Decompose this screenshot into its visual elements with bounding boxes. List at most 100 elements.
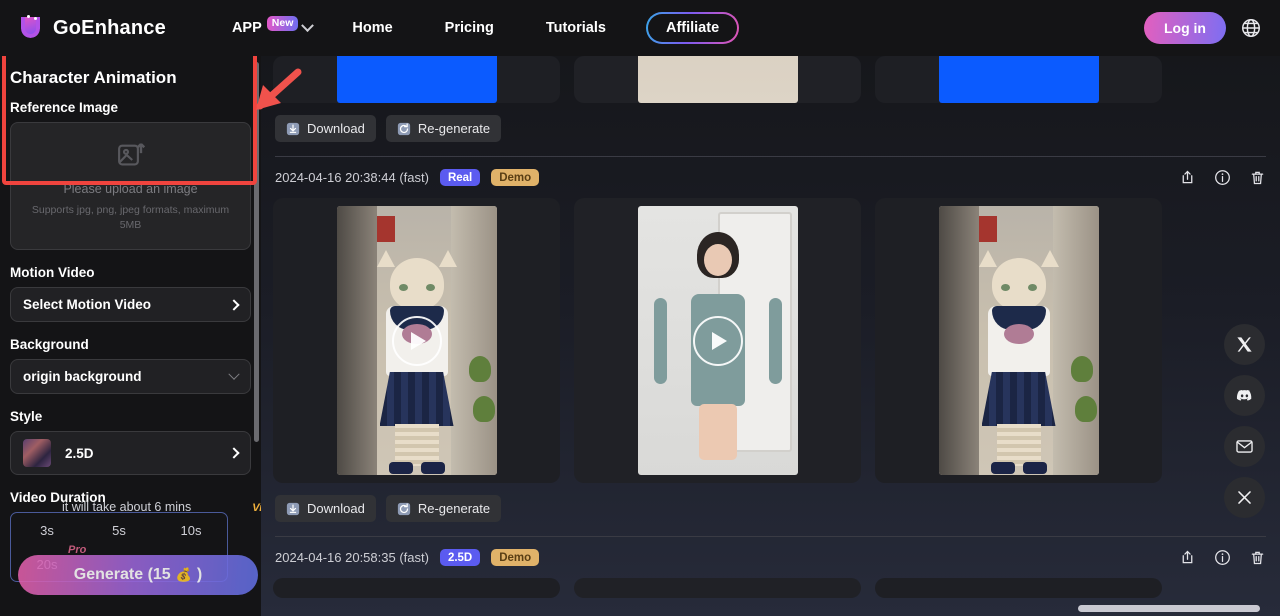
background-label: Background (10, 337, 89, 352)
x-twitter-icon[interactable] (1224, 324, 1265, 365)
result-card[interactable] (574, 56, 861, 103)
motion-video-selector[interactable]: Select Motion Video (10, 287, 251, 322)
share-icon[interactable] (1179, 169, 1196, 186)
image-upload-icon (116, 140, 146, 170)
image-upload-dropzone[interactable]: Please upload an image Supports jpg, png… (10, 122, 251, 250)
close-icon[interactable] (1224, 477, 1265, 518)
result-card[interactable] (875, 56, 1162, 103)
result-card[interactable] (574, 578, 861, 598)
upload-secondary-text: Supports jpg, png, jpeg formats, maximum… (31, 204, 230, 231)
duration-note: it will take about 6 mins (62, 500, 192, 514)
nav-item-affiliate[interactable]: Affiliate (645, 12, 740, 44)
results-area: Download Re-generate 2024-04-16 20:38:44… (261, 56, 1280, 616)
trash-icon[interactable] (1249, 549, 1266, 566)
discord-icon[interactable] (1224, 375, 1265, 416)
generate-button[interactable]: Generate (15 💰 ) (18, 555, 258, 595)
info-icon[interactable] (1214, 169, 1231, 186)
brand-name: GoEnhance (53, 16, 166, 39)
top-navbar: GoEnhance APP New Home Pricing Tutorials… (0, 0, 1280, 56)
regenerate-button[interactable]: Re-generate (385, 495, 502, 522)
duration-option-10s[interactable]: 10s (155, 513, 227, 547)
chevron-down-icon (228, 368, 240, 380)
generate-suffix: ) (196, 566, 203, 583)
play-button[interactable] (391, 315, 442, 366)
info-icon[interactable] (1214, 549, 1231, 566)
main-nav: APP New Home Pricing Tutorials Affiliate (218, 12, 740, 44)
chevron-right-icon (228, 298, 240, 311)
nav-item-app[interactable]: APP New (218, 15, 326, 36)
motion-video-value: Select Motion Video (23, 297, 152, 312)
upload-primary-text: Please upload an image (63, 182, 198, 197)
download-icon (286, 122, 300, 136)
globe-icon[interactable] (1240, 17, 1262, 39)
nav-item-tutorials[interactable]: Tutorials (520, 20, 632, 36)
nav-app-label: APP (231, 20, 262, 36)
result-timestamp: 2024-04-16 20:38:44 (fast) (275, 170, 429, 185)
trash-icon[interactable] (1249, 169, 1266, 186)
result-timestamp: 2024-04-16 20:58:35 (fast) (275, 550, 429, 565)
result-row-images (261, 578, 1280, 598)
background-selector[interactable]: origin background (10, 359, 251, 394)
style-label: Style (10, 409, 43, 424)
new-badge: New (266, 15, 299, 31)
reference-image-section: Reference Image Please upload an image S… (0, 96, 261, 250)
regenerate-label: Re-generate (417, 501, 491, 516)
result-row-header: 2024-04-16 20:38:44 (fast) Real Demo (261, 157, 1280, 186)
motion-video-label: Motion Video (10, 265, 95, 280)
result-card[interactable] (273, 578, 560, 598)
chevron-right-icon (228, 447, 240, 459)
regenerate-icon (397, 122, 411, 136)
download-button[interactable]: Download (275, 495, 376, 522)
result-card[interactable] (875, 578, 1162, 598)
panel-title: Character Animation (10, 68, 177, 87)
share-icon[interactable] (1179, 549, 1196, 566)
goenhance-logo-icon (18, 14, 44, 42)
status-badge-real: Real (439, 169, 481, 186)
sidebar-scrollbar[interactable] (254, 62, 259, 442)
horizontal-scrollbar[interactable] (1078, 605, 1260, 612)
header-actions: Log in (1144, 12, 1262, 44)
nav-item-home[interactable]: Home (326, 20, 418, 36)
duration-option-3s[interactable]: 3s (11, 513, 83, 547)
style-value: 2.5D (65, 445, 94, 461)
style-selector[interactable]: 2.5D (10, 431, 251, 475)
reference-image-label: Reference Image (10, 100, 119, 115)
coin-icon: 💰 (175, 567, 192, 582)
status-badge-demo: Demo (491, 549, 540, 566)
play-button[interactable] (692, 315, 743, 366)
status-badge-style: 2.5D (439, 549, 481, 566)
brand-logo[interactable]: GoEnhance (18, 14, 166, 42)
regenerate-button[interactable]: Re-generate (385, 115, 502, 142)
video-duration-section: it will take about 6 mins Vip 3s 5s 10s … (10, 500, 261, 595)
regenerate-icon (397, 502, 411, 516)
download-icon (286, 502, 300, 516)
floating-social-rail (1224, 324, 1265, 518)
result-card[interactable] (875, 198, 1162, 483)
result-card[interactable] (273, 56, 560, 103)
download-button[interactable]: Download (275, 115, 376, 142)
generate-label: Generate (15 (73, 566, 171, 583)
download-label: Download (307, 501, 365, 516)
result-row-header: 2024-04-16 20:58:35 (fast) 2.5D Demo (261, 537, 1280, 566)
chevron-down-icon (301, 18, 315, 32)
login-button[interactable]: Log in (1144, 12, 1226, 44)
row-icon-actions (1179, 549, 1266, 566)
result-card-video[interactable] (574, 198, 861, 483)
regenerate-label: Re-generate (417, 121, 491, 136)
style-thumbnail (23, 439, 51, 467)
result-row-images (261, 56, 1280, 103)
email-icon[interactable] (1224, 426, 1265, 467)
vip-badge: Vip (252, 502, 261, 514)
result-actions: Download Re-generate (261, 103, 1280, 142)
background-value: origin background (23, 369, 142, 384)
left-settings-panel: Character Animation Reference Image Plea… (0, 56, 261, 616)
result-card-video[interactable] (273, 198, 560, 483)
nav-item-pricing[interactable]: Pricing (419, 20, 520, 36)
nav-affiliate-label: Affiliate (647, 14, 738, 42)
result-actions: Download Re-generate (261, 483, 1280, 522)
status-badge-demo: Demo (491, 169, 540, 186)
download-label: Download (307, 121, 365, 136)
duration-option-5s[interactable]: 5s (83, 513, 155, 547)
row-icon-actions (1179, 169, 1266, 186)
result-row-images (261, 198, 1280, 483)
